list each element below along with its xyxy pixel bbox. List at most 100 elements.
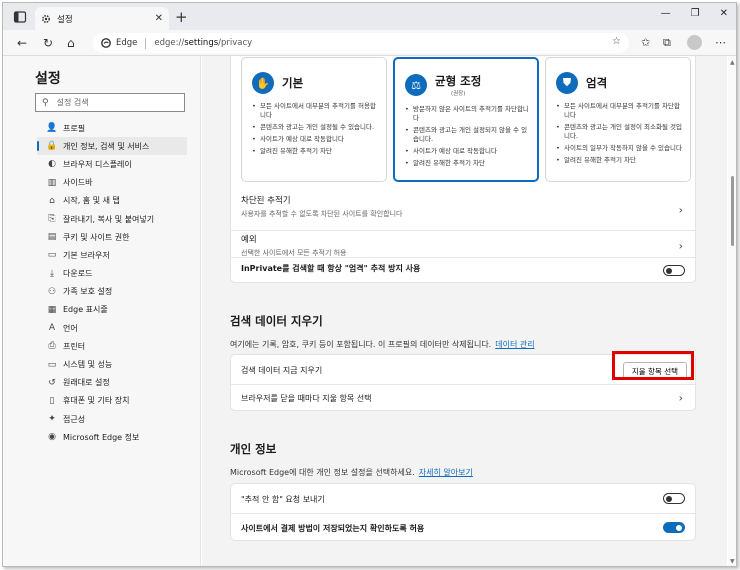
tracking-level-header: ✋ 기본 <box>252 72 378 94</box>
sidebar-nav: 👤 프로필 🔒 개인 정보, 검색 및 서비스 ◐ 브라우저 디스플레이 ▥ 사이드바 ⌂ 시작,… <box>37 119 187 446</box>
privacy-section-title: 개인 정보 <box>230 442 277 456</box>
tracking-level-card[interactable]: ⚖ 균형 조정 (권장) 방문하지 않은 사이트의 추적기를 차단합니다콘텐츠와 광고… <box>393 57 539 182</box>
sidebar-item[interactable]: ◐ 브라우저 디스플레이 <box>37 155 187 173</box>
blocked-trackers-row[interactable]: 차단된 추적기 사용자를 추적할 수 없도록 차단된 사이트를 확인합니다 › <box>231 190 695 230</box>
sidebar-item-label: 잘라내기, 복사 및 붙여넣기 <box>63 214 155 224</box>
add-favorite-icon[interactable]: ☆ <box>612 36 621 47</box>
vertical-scrollbar[interactable]: ▲ ▼ <box>728 56 736 566</box>
sidebar-item[interactable]: ▥ 사이드바 <box>37 174 187 192</box>
cookie-icon: ▤ <box>47 232 57 243</box>
sidebar-item[interactable]: ◉ Microsoft Edge 정보 <box>37 428 187 446</box>
clear-on-close-label: 브라우저를 닫을 때마다 지울 항목 선택 <box>241 394 372 403</box>
do-not-track-toggle[interactable] <box>663 493 685 504</box>
profile-avatar[interactable] <box>687 35 702 50</box>
settings-search-input[interactable]: ⚲ 설정 검색 <box>35 93 185 112</box>
tab-settings[interactable]: 설정 ✕ <box>35 7 169 30</box>
collections-icon[interactable]: ⧉ <box>663 36 671 50</box>
chevron-right-icon: › <box>678 239 683 253</box>
address-bar: ← ↻ ⌂ Edge edge://settings/privacy ☆ ✩ ⧉… <box>3 30 736 56</box>
browser-icon: ▭ <box>47 250 57 261</box>
sidebar-item-label: 프로필 <box>63 123 86 133</box>
url-prefix: edge:// <box>154 38 185 48</box>
sidebar-item[interactable]: ✦ 접근성 <box>37 410 187 428</box>
tracking-level-bullet: 사이트가 예상 대로 작동합니다 <box>405 147 529 156</box>
refresh-icon[interactable]: ↻ <box>43 36 53 50</box>
sidebar-item[interactable]: ↺ 원래대로 설정 <box>37 374 187 392</box>
privacy-card: "추적 안 함" 요청 보내기 사이트에서 결제 방법이 저장되었는지 확인하도… <box>230 483 696 541</box>
more-menu-icon[interactable]: ⋯ <box>715 36 726 49</box>
tracking-level-header: ⚖ 균형 조정 (권장) <box>405 73 529 97</box>
url-field[interactable]: Edge edge://settings/privacy ☆ <box>93 33 629 53</box>
close-window-button[interactable]: ✕ <box>720 8 728 19</box>
sidebar-item[interactable]: 👤 프로필 <box>37 119 187 137</box>
system-icon: ▭ <box>47 359 57 370</box>
sidebar-item[interactable]: ▭ 기본 브라우저 <box>37 246 187 264</box>
sidebar-item[interactable]: ▭ 시스템 및 성능 <box>37 355 187 373</box>
clear-data-desc-text: 여기에는 기록, 암호, 쿠키 등이 포함됩니다. 이 프로필의 데이터만 삭제… <box>230 340 492 349</box>
sidebar-item[interactable]: 🔒 개인 정보, 검색 및 서비스 <box>37 137 187 156</box>
settings-sidebar: 설정 ⚲ 설정 검색 👤 프로필 🔒 개인 정보, 검색 및 서비스 ◐ 브라우저 디스플… <box>3 56 201 566</box>
sidebar-item[interactable]: ▦ Edge 표시줄 <box>37 301 187 319</box>
sidebar-item-label: Edge 표시줄 <box>63 305 108 315</box>
sidebar-item[interactable]: ⎙ 프린터 <box>37 337 187 355</box>
scroll-up-icon[interactable]: ▲ <box>730 59 735 66</box>
sidebar-icon: ▥ <box>47 177 57 188</box>
sidebar-item-label: 시작, 홈 및 새 탭 <box>63 196 120 206</box>
sidebar-item-label: 접근성 <box>63 414 86 424</box>
tracking-level-card[interactable]: ✋ 기본모든 사이트에서 대부분의 추적기를 허용합니다콘텐츠와 광고는 개인 설… <box>241 57 387 182</box>
scrollbar-thumb[interactable] <box>731 176 734 246</box>
settings-content: ✋ 기본모든 사이트에서 대부분의 추적기를 허용합니다콘텐츠와 광고는 개인 설… <box>202 56 727 566</box>
sidebar-item[interactable]: ⎘ 잘라내기, 복사 및 붙여넣기 <box>37 210 187 228</box>
tracking-level-title: 엄격 <box>586 76 608 90</box>
clear-now-row: 검색 데이터 지금 지우기 지울 항목 선택 <box>231 355 695 384</box>
back-icon[interactable]: ← <box>17 36 27 50</box>
sidebar-item[interactable]: ▯ 휴대폰 및 기타 장치 <box>37 392 187 410</box>
tracking-level-bullet: 모든 사이트에서 대부분의 추적기를 허용합니다 <box>252 102 378 120</box>
sidebar-item[interactable]: ⚇ 가족 보호 설정 <box>37 283 187 301</box>
payment-methods-toggle[interactable] <box>663 522 685 533</box>
payment-methods-label: 사이트에서 결제 방법이 저장되었는지 확인하도록 허용 <box>241 524 425 533</box>
sidebar-item-label: 가족 보호 설정 <box>63 287 113 297</box>
sidebar-item[interactable]: A 언어 <box>37 319 187 337</box>
inprivate-strict-label: InPrivate를 검색할 때 항상 "엄격" 추적 방지 사용 <box>241 264 421 273</box>
privacy-desc-text: Microsoft Edge에 대한 개인 정보 설정을 선택하세요. <box>230 468 415 477</box>
manage-data-link[interactable]: 데이터 관리 <box>495 340 534 349</box>
new-tab-button[interactable]: + <box>175 8 188 26</box>
chevron-right-icon: › <box>678 391 683 405</box>
sidebar-item-label: 쿠키 및 사이트 권한 <box>63 232 130 242</box>
learn-more-link[interactable]: 자세히 알아보기 <box>419 468 473 477</box>
sidebar-item[interactable]: ⤓ 다운로드 <box>37 265 187 283</box>
scroll-down-icon[interactable]: ▼ <box>730 558 735 565</box>
tracking-level-title: 균형 조정 <box>435 74 482 88</box>
home-icon: ⌂ <box>49 195 55 206</box>
favorites-icon[interactable]: ✩ <box>641 36 650 49</box>
tracking-level-title: 기본 <box>282 76 304 90</box>
url-path: /privacy <box>218 38 253 48</box>
divider <box>231 230 695 231</box>
clear-data-desc: 여기에는 기록, 암호, 쿠키 등이 포함됩니다. 이 프로필의 데이터만 삭제… <box>230 339 535 350</box>
exceptions-row[interactable]: 예외 선택한 사이트에서 모든 추적기 허용 › <box>231 233 695 259</box>
sidebar-item-label: 프린터 <box>63 341 86 351</box>
family-icon: ⚇ <box>47 286 57 297</box>
sidebar-item[interactable]: ▤ 쿠키 및 사이트 권한 <box>37 228 187 246</box>
sidebar-item[interactable]: ⌂ 시작, 홈 및 새 탭 <box>37 192 187 210</box>
tracking-level-bullet: 방문하지 않은 사이트의 추적기를 차단합니다 <box>405 105 529 123</box>
sidebar-item-label: Microsoft Edge 정보 <box>63 432 140 442</box>
tab-close-icon[interactable]: ✕ <box>155 13 163 24</box>
choose-what-to-clear-button[interactable]: 지울 항목 선택 <box>622 362 687 380</box>
tracking-level-bullet: 사이트가 예상 대로 작동합니다 <box>252 135 378 144</box>
sidebar-item-label: 원래대로 설정 <box>63 378 110 388</box>
tracking-level-icon: ⚖ <box>405 74 427 96</box>
inprivate-strict-row: InPrivate를 검색할 때 항상 "엄격" 추적 방지 사용 <box>231 263 695 277</box>
tracking-level-icon: ✋ <box>252 72 274 94</box>
clear-on-close-row[interactable]: 브라우저를 닫을 때마다 지울 항목 선택 › <box>231 384 695 412</box>
inprivate-strict-toggle[interactable] <box>663 265 685 276</box>
exceptions-title: 예외 <box>241 235 257 245</box>
printer-icon: ⎙ <box>48 341 56 352</box>
home-icon[interactable]: ⌂ <box>67 36 75 50</box>
reset-icon: ↺ <box>48 377 56 388</box>
tracking-level-card[interactable]: ⛊ 엄격모든 사이트에서 대부분의 추적기를 차단합니다콘텐츠와 광고는 개인 설… <box>545 57 691 182</box>
tab-actions-icon[interactable] <box>13 10 27 24</box>
minimize-button[interactable]: — <box>661 8 671 19</box>
restore-button[interactable]: ❐ <box>691 8 700 19</box>
